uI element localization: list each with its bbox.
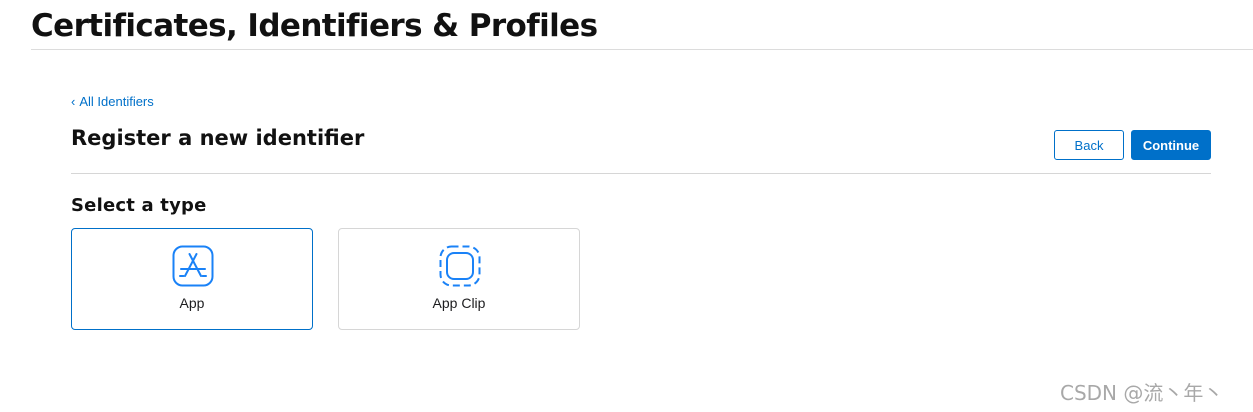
app-store-icon [172, 245, 214, 287]
type-option-app[interactable]: App [71, 228, 313, 330]
type-option-app-label: App [179, 295, 205, 311]
all-identifiers-label: All Identifiers [79, 94, 154, 109]
site-title: Certificates, Identifiers & Profiles [31, 8, 598, 44]
chevron-left-icon: ‹ [71, 94, 76, 109]
page: Certificates, Identifiers & Profiles ‹ A… [0, 0, 1253, 412]
all-identifiers-link[interactable]: ‹ All Identifiers [71, 94, 154, 109]
app-clip-icon [439, 245, 481, 287]
back-button[interactable]: Back [1054, 130, 1124, 160]
page-heading: Register a new identifier [71, 126, 365, 150]
continue-button[interactable]: Continue [1131, 130, 1211, 160]
section-heading: Select a type [71, 195, 207, 216]
type-option-app-clip-label: App Clip [432, 295, 486, 311]
section-divider [71, 173, 1211, 174]
watermark: CSDN @流丶年丶 [1060, 381, 1224, 405]
type-option-app-clip[interactable]: App Clip [338, 228, 580, 330]
header-divider [31, 49, 1253, 50]
